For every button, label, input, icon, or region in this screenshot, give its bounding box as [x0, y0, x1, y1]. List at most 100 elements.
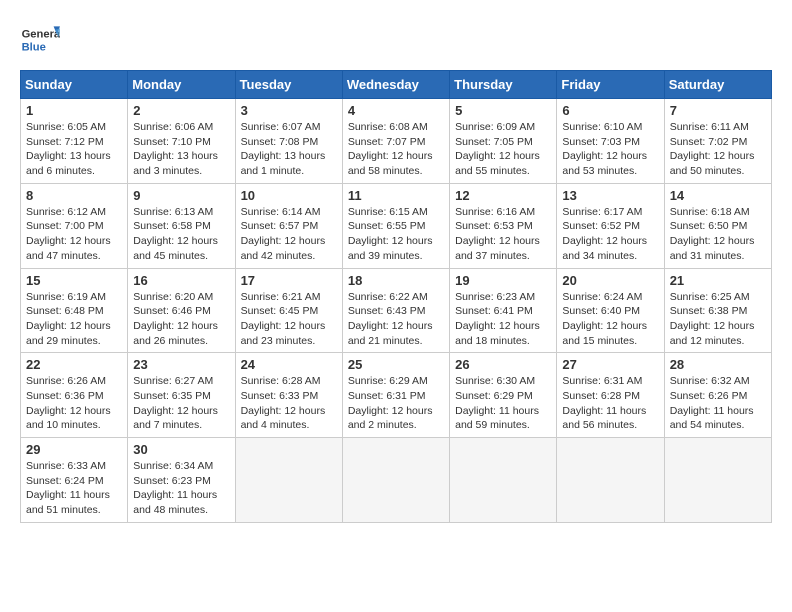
day-number: 3 — [241, 103, 337, 118]
calendar-cell: 2 Sunrise: 6:06 AMSunset: 7:10 PMDaylight… — [128, 99, 235, 184]
day-number: 22 — [26, 357, 122, 372]
day-number: 6 — [562, 103, 658, 118]
day-info: Sunrise: 6:10 AMSunset: 7:03 PMDaylight:… — [562, 120, 658, 179]
col-sunday: Sunday — [21, 71, 128, 99]
day-number: 1 — [26, 103, 122, 118]
day-number: 15 — [26, 273, 122, 288]
day-info: Sunrise: 6:15 AMSunset: 6:55 PMDaylight:… — [348, 205, 444, 264]
calendar-cell: 20 Sunrise: 6:24 AMSunset: 6:40 PMDayligh… — [557, 268, 664, 353]
day-info: Sunrise: 6:07 AMSunset: 7:08 PMDaylight:… — [241, 120, 337, 179]
svg-text:Blue: Blue — [22, 41, 46, 53]
calendar-cell: 27 Sunrise: 6:31 AMSunset: 6:28 PMDayligh… — [557, 353, 664, 438]
calendar-cell — [450, 438, 557, 523]
day-number: 19 — [455, 273, 551, 288]
day-number: 18 — [348, 273, 444, 288]
calendar-cell: 23 Sunrise: 6:27 AMSunset: 6:35 PMDayligh… — [128, 353, 235, 438]
week-row-1: 1 Sunrise: 6:05 AMSunset: 7:12 PMDaylight… — [21, 99, 772, 184]
calendar-cell: 29 Sunrise: 6:33 AMSunset: 6:24 PMDayligh… — [21, 438, 128, 523]
day-info: Sunrise: 6:25 AMSunset: 6:38 PMDaylight:… — [670, 290, 766, 349]
day-number: 20 — [562, 273, 658, 288]
page-header: General Blue — [20, 20, 772, 60]
day-number: 30 — [133, 442, 229, 457]
calendar-cell: 21 Sunrise: 6:25 AMSunset: 6:38 PMDayligh… — [664, 268, 771, 353]
day-number: 14 — [670, 188, 766, 203]
day-number: 10 — [241, 188, 337, 203]
calendar-cell: 3 Sunrise: 6:07 AMSunset: 7:08 PMDaylight… — [235, 99, 342, 184]
calendar-cell: 6 Sunrise: 6:10 AMSunset: 7:03 PMDaylight… — [557, 99, 664, 184]
week-row-5: 29 Sunrise: 6:33 AMSunset: 6:24 PMDayligh… — [21, 438, 772, 523]
day-info: Sunrise: 6:05 AMSunset: 7:12 PMDaylight:… — [26, 120, 122, 179]
calendar-cell — [235, 438, 342, 523]
day-number: 23 — [133, 357, 229, 372]
col-tuesday: Tuesday — [235, 71, 342, 99]
day-info: Sunrise: 6:26 AMSunset: 6:36 PMDaylight:… — [26, 374, 122, 433]
day-number: 9 — [133, 188, 229, 203]
logo: General Blue — [20, 20, 66, 60]
week-row-3: 15 Sunrise: 6:19 AMSunset: 6:48 PMDayligh… — [21, 268, 772, 353]
day-info: Sunrise: 6:34 AMSunset: 6:23 PMDaylight:… — [133, 459, 229, 518]
col-thursday: Thursday — [450, 71, 557, 99]
calendar-cell: 7 Sunrise: 6:11 AMSunset: 7:02 PMDaylight… — [664, 99, 771, 184]
day-number: 21 — [670, 273, 766, 288]
col-monday: Monday — [128, 71, 235, 99]
day-info: Sunrise: 6:17 AMSunset: 6:52 PMDaylight:… — [562, 205, 658, 264]
calendar-cell: 4Sunrise: 6:08 AMSunset: 7:07 PMDaylight… — [342, 99, 449, 184]
day-number: 5 — [455, 103, 551, 118]
day-info: Sunrise: 6:19 AMSunset: 6:48 PMDaylight:… — [26, 290, 122, 349]
calendar-cell: 9 Sunrise: 6:13 AMSunset: 6:58 PMDaylight… — [128, 183, 235, 268]
calendar-cell: 26Sunrise: 6:30 AMSunset: 6:29 PMDayligh… — [450, 353, 557, 438]
day-number: 24 — [241, 357, 337, 372]
calendar-cell: 16Sunrise: 6:20 AMSunset: 6:46 PMDayligh… — [128, 268, 235, 353]
week-row-4: 22 Sunrise: 6:26 AMSunset: 6:36 PMDayligh… — [21, 353, 772, 438]
calendar-cell: 13 Sunrise: 6:17 AMSunset: 6:52 PMDayligh… — [557, 183, 664, 268]
calendar-cell: 5 Sunrise: 6:09 AMSunset: 7:05 PMDaylight… — [450, 99, 557, 184]
day-number: 29 — [26, 442, 122, 457]
calendar-cell: 22 Sunrise: 6:26 AMSunset: 6:36 PMDayligh… — [21, 353, 128, 438]
calendar-cell — [557, 438, 664, 523]
day-info: Sunrise: 6:21 AMSunset: 6:45 PMDaylight:… — [241, 290, 337, 349]
day-info: Sunrise: 6:23 AMSunset: 6:41 PMDaylight:… — [455, 290, 551, 349]
calendar-cell: 24 Sunrise: 6:28 AMSunset: 6:33 PMDayligh… — [235, 353, 342, 438]
day-number: 16 — [133, 273, 229, 288]
calendar-cell: 15 Sunrise: 6:19 AMSunset: 6:48 PMDayligh… — [21, 268, 128, 353]
day-info: Sunrise: 6:24 AMSunset: 6:40 PMDaylight:… — [562, 290, 658, 349]
day-info: Sunrise: 6:09 AMSunset: 7:05 PMDaylight:… — [455, 120, 551, 179]
day-info: Sunrise: 6:32 AMSunset: 6:26 PMDaylight:… — [670, 374, 766, 433]
calendar-cell: 25Sunrise: 6:29 AMSunset: 6:31 PMDayligh… — [342, 353, 449, 438]
day-info: Sunrise: 6:18 AMSunset: 6:50 PMDaylight:… — [670, 205, 766, 264]
day-info: Sunrise: 6:13 AMSunset: 6:58 PMDaylight:… — [133, 205, 229, 264]
day-info: Sunrise: 6:22 AMSunset: 6:43 PMDaylight:… — [348, 290, 444, 349]
day-number: 4 — [348, 103, 444, 118]
day-number: 27 — [562, 357, 658, 372]
day-number: 2 — [133, 103, 229, 118]
svg-text:General: General — [22, 29, 60, 41]
day-info: Sunrise: 6:11 AMSunset: 7:02 PMDaylight:… — [670, 120, 766, 179]
day-number: 28 — [670, 357, 766, 372]
calendar-table: Sunday Monday Tuesday Wednesday Thursday… — [20, 70, 772, 523]
calendar-header-row: Sunday Monday Tuesday Wednesday Thursday… — [21, 71, 772, 99]
calendar-cell: 17 Sunrise: 6:21 AMSunset: 6:45 PMDayligh… — [235, 268, 342, 353]
calendar-cell: 8 Sunrise: 6:12 AMSunset: 7:00 PMDaylight… — [21, 183, 128, 268]
calendar-cell: 12Sunrise: 6:16 AMSunset: 6:53 PMDayligh… — [450, 183, 557, 268]
calendar-cell — [664, 438, 771, 523]
day-info: Sunrise: 6:28 AMSunset: 6:33 PMDaylight:… — [241, 374, 337, 433]
day-info: Sunrise: 6:14 AMSunset: 6:57 PMDaylight:… — [241, 205, 337, 264]
col-friday: Friday — [557, 71, 664, 99]
logo-icon: General Blue — [20, 20, 60, 60]
day-number: 17 — [241, 273, 337, 288]
day-number: 11 — [348, 188, 444, 203]
day-info: Sunrise: 6:31 AMSunset: 6:28 PMDaylight:… — [562, 374, 658, 433]
day-number: 12 — [455, 188, 551, 203]
col-saturday: Saturday — [664, 71, 771, 99]
calendar-cell: 14 Sunrise: 6:18 AMSunset: 6:50 PMDayligh… — [664, 183, 771, 268]
day-number: 13 — [562, 188, 658, 203]
week-row-2: 8 Sunrise: 6:12 AMSunset: 7:00 PMDaylight… — [21, 183, 772, 268]
day-info: Sunrise: 6:27 AMSunset: 6:35 PMDaylight:… — [133, 374, 229, 433]
day-info: Sunrise: 6:06 AMSunset: 7:10 PMDaylight:… — [133, 120, 229, 179]
day-info: Sunrise: 6:29 AMSunset: 6:31 PMDaylight:… — [348, 374, 444, 433]
day-info: Sunrise: 6:30 AMSunset: 6:29 PMDaylight:… — [455, 374, 551, 433]
day-number: 8 — [26, 188, 122, 203]
day-info: Sunrise: 6:12 AMSunset: 7:00 PMDaylight:… — [26, 205, 122, 264]
day-number: 7 — [670, 103, 766, 118]
day-info: Sunrise: 6:33 AMSunset: 6:24 PMDaylight:… — [26, 459, 122, 518]
